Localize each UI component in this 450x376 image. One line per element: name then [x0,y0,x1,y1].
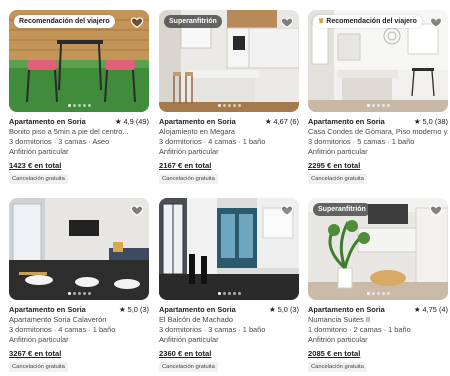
heart-icon[interactable] [429,203,443,217]
listing-card[interactable]: Superanfitrión Apartamento en Soria ★ 4,… [308,198,448,372]
free-cancellation-tag: Cancelación gratuita [308,174,367,184]
heart-icon[interactable] [280,203,294,217]
badge-label: Recomendación del viajero [19,18,110,25]
listing-price[interactable]: 2295 € en total [308,161,448,171]
listing-host: Anfitrión particular [159,335,219,344]
hallway-kitchen-photo [159,198,299,300]
listing-host: Anfitrión particular [308,335,368,344]
listing-card[interactable]: ♛ Recomendación del viajero Apartamento e… [308,10,448,184]
listing-card[interactable]: Superanfitrión Apartamento en Soria ★ 4,… [159,10,299,184]
listing-rating: ★ 5,0 (3) [118,305,149,314]
badge-label: Superanfitrión [318,206,366,213]
listing-host: Anfitrión particular [308,147,368,156]
free-cancellation-tag: Cancelación gratuita [308,362,367,372]
trophy-icon: ♛ [318,18,325,25]
listing-price[interactable]: 2167 € en total [159,161,299,171]
carousel-dots [308,292,448,295]
badge-label: Recomendación del viajero [326,18,417,25]
listing-description: Bonito piso a 5min a pie del centro... [9,127,129,136]
listing-rating: ★ 4,75 (4) [413,305,448,314]
listing-description: Apartamento Soria Calaverón [9,315,107,324]
free-cancellation-tag: Cancelación gratuita [9,362,68,372]
carousel-dots [308,104,448,107]
listing-description: Numancia Suites II [308,315,371,324]
listing-title: Apartamento en Soria [9,117,86,126]
listing-host: Anfitrión particular [9,335,69,344]
listing-title: Apartamento en Soria [159,305,236,314]
listing-price[interactable]: 3267 € en total [9,349,149,359]
heart-icon[interactable] [130,203,144,217]
free-cancellation-tag: Cancelación gratuita [9,174,68,184]
listing-photo[interactable]: ♛ Recomendación del viajero [308,10,448,112]
listing-description: Casa Condes de Gómara, Piso moderno y... [308,127,448,136]
carousel-dots [159,292,299,295]
guest-favorite-badge: Recomendación del viajero [14,15,115,28]
listing-rooms: 3 dormitorios · 4 camas · 1 baño [9,325,116,334]
listing-rooms: 3 dormitorios · 3 camas · 1 baño [159,325,266,334]
listing-photo[interactable] [9,198,149,300]
superhost-badge: Superanfitrión [313,203,371,216]
free-cancellation-tag: Cancelación gratuita [159,174,218,184]
listing-description: Alojamiento en Megara [159,127,236,136]
listing-title: Apartamento en Soria [308,305,385,314]
listing-host: Anfitrión particular [159,147,219,156]
living-dining-photo [9,198,149,300]
listing-photo[interactable]: Recomendación del viajero [9,10,149,112]
superhost-badge: Superanfitrión [164,15,222,28]
listing-rating: ★ 5,0 (3) [268,305,299,314]
listing-card[interactable]: Apartamento en Soria ★ 5,0 (3) El Balcón… [159,198,299,372]
badge-label: Superanfitrión [169,18,217,25]
listing-price[interactable]: 2360 € en total [159,349,299,359]
listing-rating: ★ 4,67 (6) [264,117,299,126]
listing-photo[interactable] [159,198,299,300]
listing-rating: ★ 5,0 (38) [413,117,448,126]
listing-photo[interactable]: Superanfitrión [308,198,448,300]
listing-rating: ★ 4,9 (49) [114,117,149,126]
listing-title: Apartamento en Soria [308,117,385,126]
listing-description: El Balcón de Machado [159,315,233,324]
listing-card[interactable]: Apartamento en Soria ★ 5,0 (3) Apartamen… [9,198,149,372]
carousel-dots [159,104,299,107]
listing-host: Anfitrión particular [9,147,69,156]
free-cancellation-tag: Cancelación gratuita [159,362,218,372]
heart-icon[interactable] [429,15,443,29]
listing-title: Apartamento en Soria [9,305,86,314]
listing-rooms: 3 dormitorios · 3 camas · Aseo [9,137,110,146]
guest-favorite-badge: ♛ Recomendación del viajero [313,15,422,28]
listings-grid: Recomendación del viajero Apartamento en… [0,0,450,376]
heart-icon[interactable] [280,15,294,29]
listing-photo[interactable]: Superanfitrión [159,10,299,112]
listing-card[interactable]: Recomendación del viajero Apartamento en… [9,10,149,184]
listing-title: Apartamento en Soria [159,117,236,126]
listing-price[interactable]: 1423 € en total [9,161,149,171]
heart-icon[interactable] [130,15,144,29]
listing-rooms: 3 dormitorios · 4 camas · 1 baño [159,137,266,146]
listing-rooms: 1 dormitorio · 2 camas · 1 baño [308,325,411,334]
listing-price[interactable]: 2085 € en total [308,349,448,359]
listing-rooms: 3 dormitorios · 5 camas · 1 baño [308,137,415,146]
carousel-dots [9,292,149,295]
carousel-dots [9,104,149,107]
